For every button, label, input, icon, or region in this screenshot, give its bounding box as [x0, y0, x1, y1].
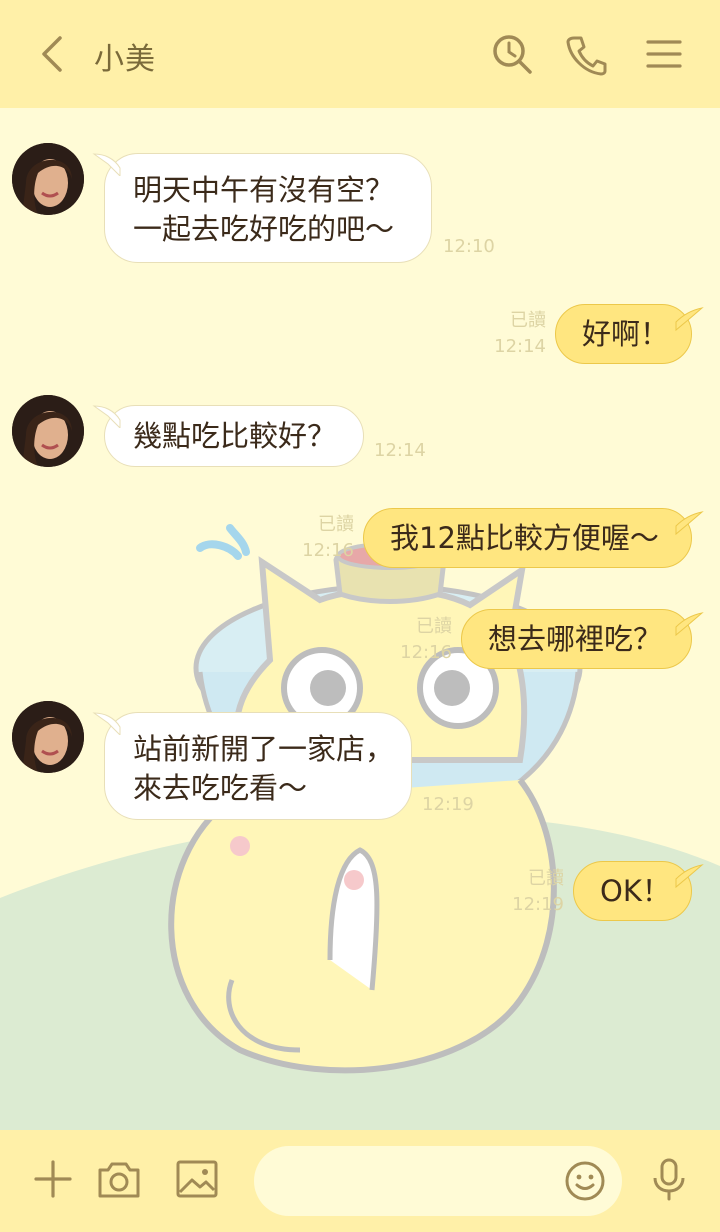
- message-bubble-incoming[interactable]: 站前新開了一家店， 來去吃吃看～: [104, 712, 412, 820]
- message-time: 12:14: [494, 336, 546, 357]
- bubble-tail: [92, 153, 121, 176]
- message-time: 12:14: [374, 440, 426, 461]
- message-text: 來去吃吃看～: [133, 771, 308, 805]
- bubble-tail: [675, 612, 704, 637]
- message-bubble-incoming[interactable]: 幾點吃比較好？: [104, 405, 364, 467]
- bubble-tail: [675, 307, 704, 332]
- message-input[interactable]: [254, 1146, 622, 1216]
- camera-icon[interactable]: [94, 1154, 144, 1204]
- message-bubble-incoming[interactable]: 明天中午有沒有空？ 一起去吃好吃的吧～: [104, 153, 432, 263]
- smiley-icon[interactable]: [562, 1158, 608, 1204]
- menu-icon[interactable]: [640, 30, 688, 78]
- image-icon[interactable]: [172, 1154, 222, 1204]
- chat-header: 小美: [0, 0, 720, 108]
- message-bubble-outgoing[interactable]: 我12點比較方便喔～: [363, 508, 692, 568]
- avatar[interactable]: [12, 395, 84, 467]
- message-time: 12:10: [443, 236, 495, 257]
- phone-icon[interactable]: [562, 30, 610, 78]
- search-icon[interactable]: [488, 30, 536, 78]
- chat-screen: 小美 明天中午有沒有空？ 一起去吃好吃的吧～ 12:10 已讀 12:14 好啊…: [0, 0, 720, 1232]
- message-text: 好啊！: [582, 317, 670, 351]
- message-meta: 已讀 12:16: [400, 614, 452, 666]
- message-time: 12:19: [422, 794, 474, 815]
- read-receipt: 已讀: [318, 514, 354, 535]
- read-receipt: 已讀: [528, 868, 564, 889]
- message-text: 一起去吃好吃的吧～: [133, 212, 395, 246]
- avatar[interactable]: [12, 701, 84, 773]
- message-text: 明天中午有沒有空？: [133, 173, 395, 207]
- message-time: 12:19: [512, 894, 564, 915]
- avatar[interactable]: [12, 143, 84, 215]
- bubble-tail: [675, 864, 704, 889]
- message-meta: 已讀 12:14: [494, 308, 546, 360]
- read-receipt: 已讀: [510, 310, 546, 331]
- message-text: 站前新開了一家店，: [133, 732, 395, 766]
- bubble-tail: [92, 405, 121, 428]
- message-text: 想去哪裡吃？: [488, 622, 663, 656]
- message-text: OK！: [600, 874, 671, 908]
- message-text: 幾點吃比較好？: [133, 419, 337, 453]
- contact-name: 小美: [94, 42, 156, 77]
- bubble-tail: [675, 511, 704, 536]
- message-meta: 已讀 12:16: [302, 512, 354, 564]
- message-bubble-outgoing[interactable]: 好啊！: [555, 304, 692, 364]
- microphone-icon[interactable]: [644, 1154, 694, 1204]
- message-time: 12:16: [400, 642, 452, 663]
- chevron-left-icon[interactable]: [34, 30, 74, 78]
- bubble-tail: [92, 712, 121, 735]
- plus-icon[interactable]: [28, 1154, 78, 1204]
- message-time: 12:16: [302, 540, 354, 561]
- message-bubble-outgoing[interactable]: 想去哪裡吃？: [461, 609, 692, 669]
- message-composer: [0, 1130, 720, 1232]
- message-text: 我12點比較方便喔～: [390, 521, 659, 555]
- message-meta: 已讀 12:19: [512, 866, 564, 918]
- read-receipt: 已讀: [416, 616, 452, 637]
